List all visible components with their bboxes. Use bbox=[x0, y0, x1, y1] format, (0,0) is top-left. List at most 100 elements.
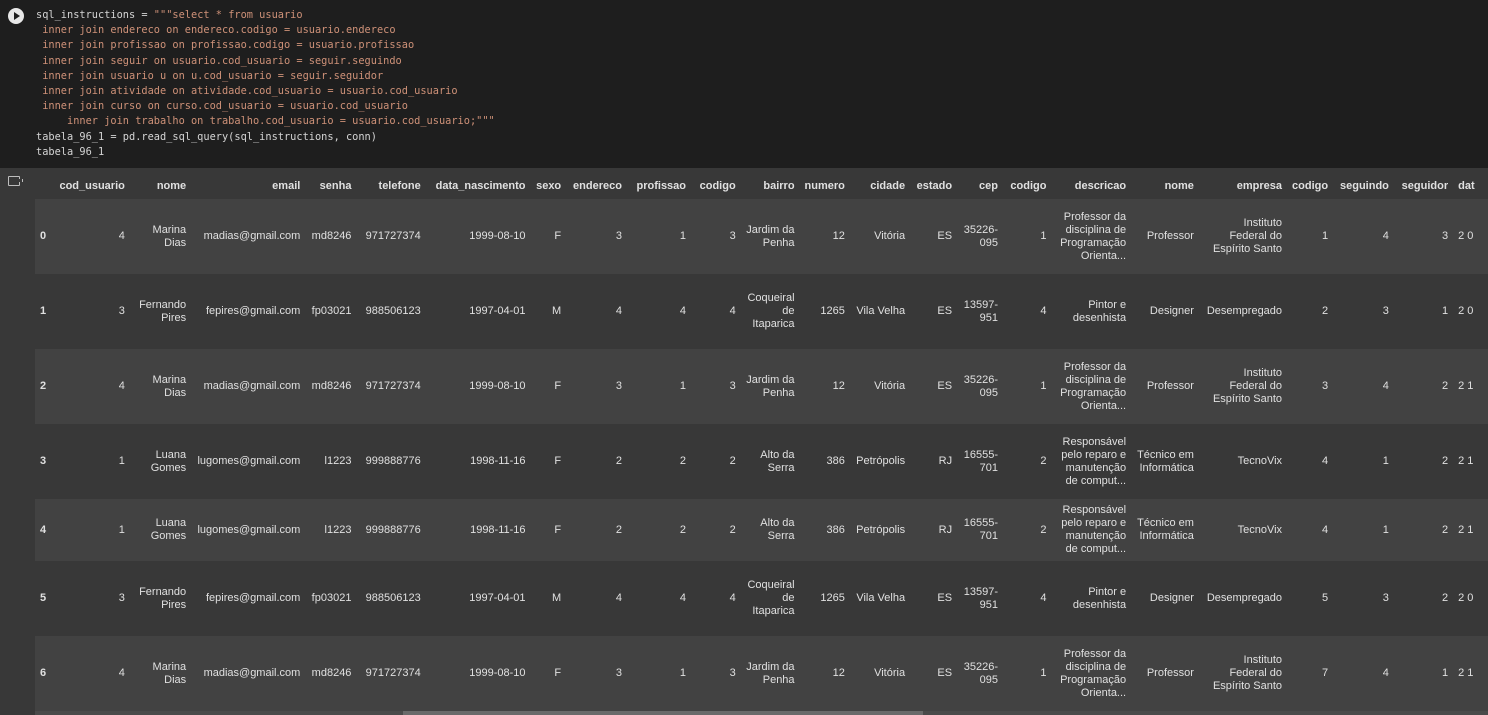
table-cell: Petrópolis bbox=[856, 455, 906, 467]
table-cell: Instituto Federal do Espírito Santo bbox=[1212, 217, 1283, 255]
table-cell: l1223 bbox=[324, 455, 352, 467]
table-cell: 4 bbox=[729, 305, 736, 317]
scrollbar-thumb[interactable] bbox=[403, 711, 923, 715]
table-cell: Professor bbox=[1146, 380, 1194, 392]
row-index: 1 bbox=[40, 305, 47, 317]
code-cell[interactable]: sql_instructions = """select * from usua… bbox=[0, 0, 1488, 168]
row-index: 4 bbox=[40, 523, 47, 536]
table-cell: 1 bbox=[1382, 455, 1389, 467]
table-cell: Responsável pelo reparo e manutenção de … bbox=[1061, 504, 1127, 555]
table-cell: 4 bbox=[118, 667, 125, 679]
col-header: seguindo bbox=[1340, 180, 1389, 192]
table-cell: 2 1 bbox=[1458, 667, 1474, 679]
table-cell: 1 bbox=[679, 667, 687, 679]
table-cell: Marina Dias bbox=[152, 223, 187, 249]
run-cell-button[interactable] bbox=[8, 8, 24, 24]
col-header: data_nascimento bbox=[435, 180, 526, 192]
table-cell: fp03021 bbox=[311, 592, 352, 604]
table-cell: TecnoVix bbox=[1237, 455, 1283, 467]
table-cell: 1999-08-10 bbox=[469, 230, 526, 242]
output-table-container[interactable]: cod_usuario nome email senha telefone da… bbox=[35, 173, 1488, 715]
table-cell: Vitória bbox=[874, 380, 906, 392]
table-cell: Instituto Federal do Espírito Santo bbox=[1212, 367, 1283, 405]
table-cell: 16555-701 bbox=[963, 448, 998, 474]
table-cell: Instituto Federal do Espírito Santo bbox=[1212, 654, 1283, 692]
table-cell: 2 bbox=[679, 455, 687, 467]
table-row: 6 4 Marina Dias madias@gmail.com md8246 97172… bbox=[35, 636, 1488, 711]
table-cell: 4 bbox=[615, 592, 622, 604]
table-cell: 2 bbox=[729, 523, 736, 536]
table-cell: 13597-951 bbox=[963, 585, 998, 611]
table-cell: M bbox=[551, 592, 562, 604]
table-row: 4 1 Luana Gomes lugomes@gmail.com l1223 99988… bbox=[35, 499, 1488, 561]
table-cell: 386 bbox=[826, 455, 845, 467]
code-line-string: inner join usuario u on u.cod_usuario = … bbox=[36, 69, 384, 82]
table-cell: 4 bbox=[615, 305, 622, 317]
code-line-string: inner join seguir on usuario.cod_usuario… bbox=[36, 54, 402, 67]
table-cell: Desempregado bbox=[1206, 592, 1283, 604]
table-cell: 971727374 bbox=[365, 230, 421, 242]
col-header: email bbox=[272, 180, 301, 192]
table-cell: Coqueiral de Itaparica bbox=[747, 579, 795, 617]
col-header: profissao bbox=[636, 180, 687, 192]
table-cell: l1223 bbox=[324, 523, 352, 536]
table-cell: F bbox=[554, 523, 562, 536]
output-toggle-icon[interactable] bbox=[8, 176, 23, 186]
table-cell: 988506123 bbox=[365, 305, 421, 317]
table-cell: Luana Gomes bbox=[150, 517, 187, 542]
table-cell: 999888776 bbox=[365, 523, 421, 536]
col-header: seguidor bbox=[1401, 180, 1449, 192]
row-index: 6 bbox=[40, 667, 47, 679]
table-cell: 12 bbox=[832, 380, 845, 392]
table-cell: md8246 bbox=[311, 380, 352, 392]
code-editor[interactable]: sql_instructions = """select * from usua… bbox=[36, 8, 495, 160]
table-cell: 3 bbox=[729, 667, 736, 679]
table-cell: 1 bbox=[1382, 523, 1389, 536]
code-line-string: inner join endereco on endereco.codigo =… bbox=[36, 24, 396, 37]
table-cell: RJ bbox=[938, 523, 953, 536]
col-header: cidade bbox=[870, 180, 906, 192]
table-cell: 2 bbox=[1321, 305, 1329, 317]
table-cell: 1997-04-01 bbox=[469, 592, 526, 604]
table-cell: 35226-095 bbox=[963, 660, 998, 686]
table-cell: 971727374 bbox=[365, 380, 421, 392]
table-cell: 1998-11-16 bbox=[470, 523, 526, 536]
table-cell: 1265 bbox=[820, 305, 845, 317]
table-cell: 2 1 bbox=[1458, 380, 1474, 392]
table-cell: 2 0 bbox=[1458, 592, 1474, 604]
code-line-string: inner join curso on curso.cod_usuario = … bbox=[36, 100, 408, 113]
table-cell: 35226-095 bbox=[963, 223, 998, 249]
table-cell: 3 bbox=[615, 380, 622, 392]
table-cell: 1998-11-16 bbox=[470, 455, 526, 467]
table-row: 3 1 Luana Gomes lugomes@gmail.com l1223 99988… bbox=[35, 424, 1488, 499]
col-header: cep bbox=[979, 180, 998, 192]
table-cell: 5 bbox=[1321, 592, 1329, 604]
horizontal-scrollbar[interactable] bbox=[35, 711, 1488, 715]
table-cell: lugomes@gmail.com bbox=[197, 523, 301, 536]
col-header: cod_usuario bbox=[59, 180, 125, 192]
table-cell: F bbox=[554, 380, 562, 392]
table-cell: 1 bbox=[1321, 230, 1329, 242]
table-cell: Coqueiral de Itaparica bbox=[747, 292, 795, 330]
table-cell: Professor bbox=[1146, 667, 1194, 679]
table-cell: 3 bbox=[1321, 380, 1329, 392]
col-header: estado bbox=[916, 180, 953, 192]
table-cell: lugomes@gmail.com bbox=[197, 455, 301, 467]
table-cell: 2 bbox=[679, 523, 687, 536]
table-cell: Luana Gomes bbox=[150, 448, 187, 474]
table-cell: madias@gmail.com bbox=[203, 667, 301, 679]
table-cell: 2 bbox=[1441, 523, 1449, 536]
table-cell: Marina Dias bbox=[152, 660, 187, 686]
table-cell: 4 bbox=[1321, 523, 1329, 536]
table-cell: Petrópolis bbox=[856, 523, 906, 536]
table-cell: 12 bbox=[832, 230, 845, 242]
table-cell: Alto da Serra bbox=[760, 517, 795, 542]
table-cell: 2 0 bbox=[1458, 230, 1474, 242]
row-index: 5 bbox=[40, 592, 47, 604]
table-cell: Professor da disciplina de Programação O… bbox=[1060, 210, 1127, 262]
table-cell: fp03021 bbox=[311, 305, 352, 317]
table-cell: 1997-04-01 bbox=[469, 305, 526, 317]
table-cell: Vila Velha bbox=[856, 305, 906, 317]
table-cell: 2 bbox=[1441, 592, 1449, 604]
code-line-string: inner join trabalho on trabalho.cod_usua… bbox=[36, 115, 495, 128]
